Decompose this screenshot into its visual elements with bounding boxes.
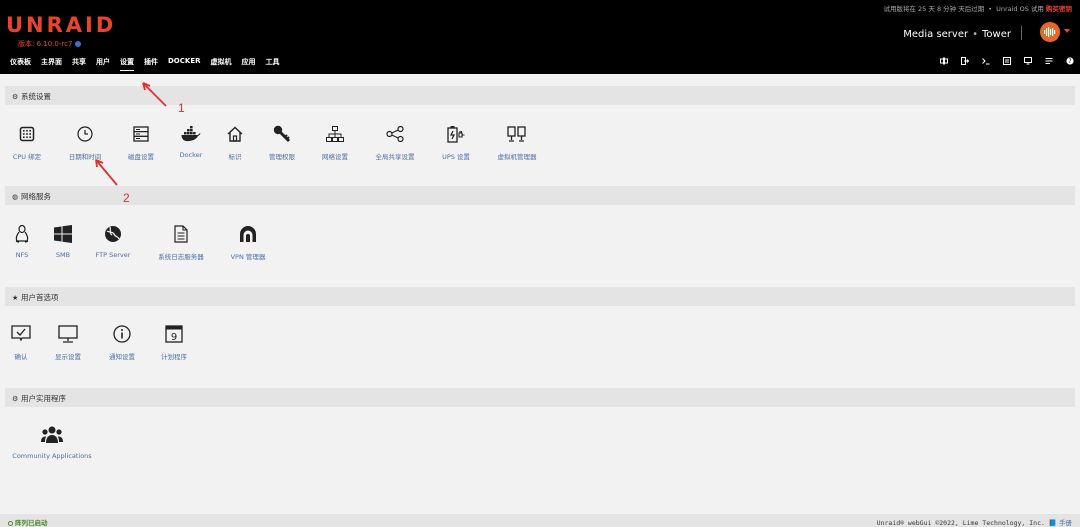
status-circle-icon	[8, 521, 13, 526]
array-status[interactable]: 阵列已启动	[8, 517, 48, 527]
copyright: Unraid® webGui ©2022, Lime Technology, I…	[876, 519, 1072, 527]
annotation-arrow-1	[142, 82, 167, 107]
status-footer: 阵列已启动 Unraid® webGui ©2022, Lime Technol…	[0, 514, 1080, 527]
annotation-arrow-2	[95, 159, 118, 186]
annotation-label-1: 1	[178, 101, 185, 115]
annotation-arrows	[95, 82, 167, 186]
manual-link[interactable]: 📘 手册	[1049, 519, 1072, 527]
annotation-label-2: 2	[123, 191, 130, 205]
